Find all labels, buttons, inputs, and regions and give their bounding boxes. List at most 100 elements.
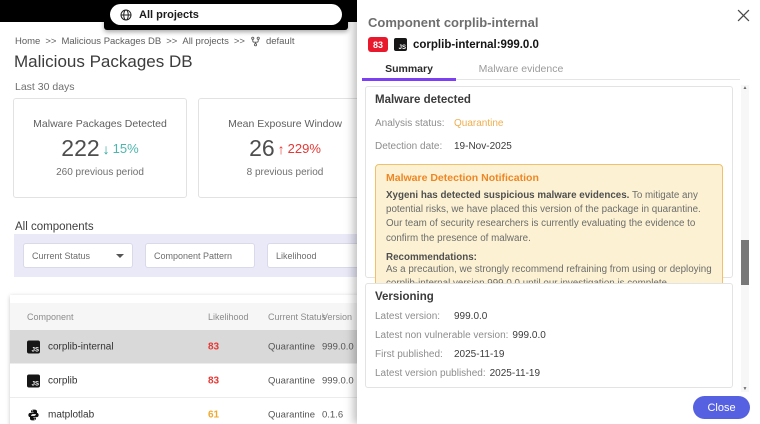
component-name-cell: JS corplib-internal	[27, 340, 114, 353]
table-row-corplib-internal[interactable]: JS corplib-internal 83 Quarantine 999.0.…	[10, 330, 360, 364]
breadcrumb-separator: >>	[234, 36, 245, 47]
notification-lead: Xygeni has detected suspicious malware e…	[386, 190, 629, 201]
filter-placeholder: Component Pattern	[154, 251, 232, 261]
breadcrumb-all-projects[interactable]: All projects	[182, 36, 228, 47]
project-selector-label: All projects	[139, 9, 199, 21]
panel-scrollbar[interactable]: ▲ ▼	[741, 85, 749, 392]
close-button[interactable]: Close	[693, 396, 750, 419]
field-label: Analysis status:	[375, 118, 454, 129]
likelihood-cell: 61	[208, 409, 219, 420]
breadcrumb-separator: >>	[166, 36, 177, 47]
breadcrumb-malicious-packages-db[interactable]: Malicious Packages DB	[61, 36, 161, 47]
stat-trend-percent: 229%	[288, 141, 321, 156]
stat-value-row: 26 ↑ 229%	[249, 135, 321, 162]
status-cell: Quarantine	[268, 341, 315, 352]
score-badge: 83	[368, 37, 388, 52]
filter-bar: Current Status Component Pattern Likelih…	[14, 234, 360, 277]
stat-previous-period: 260 previous period	[56, 167, 144, 178]
tab-malware-evidence[interactable]: Malware evidence	[456, 58, 586, 79]
latest-version-published-field: Latest version published: 2025-11-19	[375, 368, 723, 379]
filter-placeholder: Likelihood	[276, 251, 317, 261]
panel-title: Component corplib-internal	[368, 15, 538, 30]
current-status-select[interactable]: Current Status	[23, 243, 133, 268]
stat-value: 222	[61, 135, 99, 162]
stat-card-mean-exposure: Mean Exposure Window 26 ↑ 229% 8 previou…	[198, 98, 372, 198]
analysis-status-field: Analysis status: Quarantine	[375, 118, 723, 129]
section-heading: Versioning	[375, 291, 723, 303]
detection-date-value: 19-Nov-2025	[454, 141, 512, 152]
component-pattern-input[interactable]: Component Pattern	[145, 243, 255, 268]
version-cell: 999.0.0	[322, 341, 354, 352]
stat-label: Malware Packages Detected	[33, 118, 167, 130]
page-title: Malicious Packages DB	[14, 52, 193, 72]
version-cell: 0.1.6	[322, 409, 343, 420]
page-subtitle: Last 30 days	[15, 81, 75, 93]
analysis-status-value: Quarantine	[454, 118, 503, 129]
breadcrumb-separator: >>	[45, 36, 56, 47]
javascript-icon: JS	[27, 374, 40, 387]
field-value: 2025-11-19	[490, 368, 540, 379]
active-tab-underline	[362, 78, 456, 81]
breadcrumb: Home >> Malicious Packages DB >> All pro…	[15, 36, 294, 47]
column-header-version[interactable]: Version	[322, 312, 352, 322]
latest-non-vulnerable-field: Latest non vulnerable version: 999.0.0	[375, 330, 723, 341]
breadcrumb-default[interactable]: default	[266, 36, 295, 47]
scrollbar-thumb[interactable]	[741, 240, 749, 285]
close-icon[interactable]	[737, 9, 750, 22]
component-ref-row: 83 JS corplib-internal:999.0.0	[368, 37, 539, 52]
stats-row: Malware Packages Detected 222 ↓ 15% 260 …	[13, 98, 372, 198]
component-name: matplotlab	[48, 409, 94, 420]
component-name-cell: JS corplib	[27, 374, 77, 387]
components-table: Component Likelihood Current Status Vers…	[10, 295, 360, 424]
column-header-current-status[interactable]: Current Status	[268, 312, 326, 322]
component-name: corplib-internal	[48, 341, 114, 352]
field-label: Latest non vulnerable version:	[375, 330, 512, 341]
component-name: corplib	[48, 375, 77, 386]
python-icon	[27, 408, 40, 421]
versioning-section: Versioning Latest version: 999.0.0 Lates…	[365, 283, 733, 388]
tab-summary[interactable]: Summary	[362, 58, 456, 79]
globe-icon	[120, 9, 132, 21]
breadcrumb-home[interactable]: Home	[15, 36, 40, 47]
field-value: 2025-11-19	[454, 349, 504, 360]
section-heading: Malware detected	[375, 94, 723, 106]
likelihood-cell: 83	[208, 375, 219, 386]
scroll-down-icon[interactable]: ▼	[741, 386, 749, 392]
field-value: 999.0.0	[512, 330, 545, 341]
javascript-icon: JS	[27, 340, 40, 353]
version-cell: 999.0.0	[322, 375, 354, 386]
recommendations-label: Recommendations:	[386, 252, 712, 263]
field-value: 999.0.0	[454, 311, 487, 322]
stat-previous-period: 8 previous period	[247, 167, 324, 178]
status-cell: Quarantine	[268, 409, 315, 420]
component-ref: corplib-internal:999.0.0	[413, 39, 539, 51]
field-label: Detection date:	[375, 141, 454, 152]
malware-detected-section: Malware detected Analysis status: Quaran…	[365, 86, 733, 278]
stat-card-malware-packages: Malware Packages Detected 222 ↓ 15% 260 …	[13, 98, 187, 198]
stat-trend-percent: 15%	[113, 141, 139, 156]
app-screen: All projects Home >> Malicious Packages …	[0, 0, 760, 424]
field-label: Latest version published:	[375, 368, 490, 379]
component-detail-panel: Component corplib-internal 83 JS corplib…	[357, 0, 760, 424]
likelihood-cell: 83	[208, 341, 219, 352]
project-selector[interactable]: All projects	[110, 4, 342, 25]
column-header-likelihood[interactable]: Likelihood	[208, 312, 249, 322]
table-row-matplotlab[interactable]: matplotlab 61 Quarantine 0.1.6	[10, 398, 360, 424]
stat-label: Mean Exposure Window	[228, 118, 342, 130]
scroll-up-icon[interactable]: ▲	[741, 85, 749, 91]
field-label: First published:	[375, 349, 454, 360]
branch-icon	[250, 36, 261, 47]
table-row-corplib[interactable]: JS corplib 83 Quarantine 999.0.0	[10, 364, 360, 398]
field-label: Latest version:	[375, 311, 454, 322]
stat-value-row: 222 ↓ 15%	[61, 135, 138, 162]
javascript-icon: JS	[394, 38, 407, 51]
column-header-component[interactable]: Component	[27, 312, 74, 322]
trend-up-icon: ↑	[278, 141, 285, 157]
component-name-cell: matplotlab	[27, 408, 94, 421]
trend-down-icon: ↓	[103, 141, 110, 157]
table-header: Component Likelihood Current Status Vers…	[10, 303, 360, 330]
malware-detection-notification: Malware Detection Notification Xygeni ha…	[375, 164, 723, 301]
chevron-down-icon	[116, 254, 124, 258]
notification-title: Malware Detection Notification	[386, 172, 712, 184]
status-cell: Quarantine	[268, 375, 315, 386]
